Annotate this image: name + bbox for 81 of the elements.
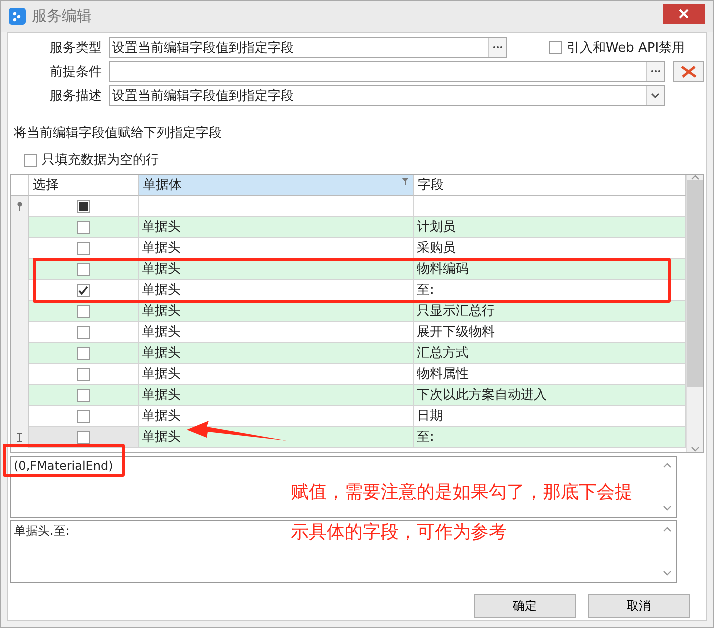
scroll-down-icon[interactable]	[690, 447, 700, 452]
table-cell: 至:	[414, 280, 686, 301]
checkbox-label: 引入和Web API禁用	[567, 40, 686, 56]
table-cell: 单据头	[139, 217, 414, 238]
checkbox-label: 只填充数据为空的行	[42, 152, 159, 169]
checkbox[interactable]	[77, 262, 90, 276]
text-cursor-icon	[16, 433, 23, 442]
expression-text: (0,FMaterialEnd)	[13, 458, 114, 475]
filter-cell[interactable]	[29, 196, 139, 217]
ellipsis-button[interactable]	[646, 62, 664, 81]
table-cell: 只显示汇总行	[414, 301, 686, 322]
checkbox[interactable]	[77, 326, 90, 338]
column-header[interactable]: 单据体	[139, 175, 414, 196]
filter-icon	[402, 178, 409, 185]
ellipsis-icon	[650, 70, 660, 73]
scroll-up-icon[interactable]	[690, 175, 700, 180]
ellipsis-icon	[492, 46, 502, 49]
filter-cell[interactable]	[414, 196, 686, 217]
scrollbar[interactable]	[686, 175, 703, 452]
dropdown[interactable]: 设置当前编辑字段值到指定字段	[109, 85, 665, 106]
scroll-up-icon[interactable]	[663, 463, 672, 468]
ellipsis-button[interactable]	[488, 38, 506, 57]
checkbox[interactable]	[77, 304, 90, 318]
preview-text: 单据头.至:	[13, 523, 71, 540]
table-cell: 单据头	[139, 259, 414, 280]
field-label: 服务描述	[49, 88, 103, 104]
checkbox[interactable]	[77, 346, 90, 360]
table-cell: 物料编码	[414, 259, 686, 280]
pin-icon	[16, 202, 22, 211]
table-cell: 展开下级物料	[414, 322, 686, 343]
column-header[interactable]: 选择	[29, 175, 139, 196]
table-cell: 至:	[414, 427, 686, 448]
table-cell: 采购员	[414, 238, 686, 259]
annotation-text: 赋值，需要注意的是如果勾了，那底下会提	[291, 481, 633, 505]
app-icon	[9, 8, 26, 25]
checkbox[interactable]	[77, 430, 90, 444]
dialog-button[interactable]: 确定	[474, 594, 576, 618]
table-cell: 单据头	[139, 322, 414, 343]
dialog-button[interactable]: 取消	[588, 594, 690, 618]
clear-button[interactable]	[673, 61, 704, 82]
expression-area[interactable]: (0,FMaterialEnd) 赋值，需要注意的是如果勾了，那底下会提	[10, 456, 677, 518]
close-icon	[679, 8, 689, 18]
checkbox[interactable]	[77, 284, 90, 296]
instruction-text: 将当前编辑字段值赋给下列指定字段	[14, 125, 223, 142]
annotation-text: 示具体的字段，可作为参考	[291, 521, 507, 545]
table-cell: 物料属性	[414, 364, 686, 385]
table-cell: 单据头	[139, 238, 414, 259]
cross-icon	[680, 64, 698, 78]
table-cell: 汇总方式	[414, 343, 686, 364]
dropdown-button[interactable]	[646, 86, 664, 105]
table-cell: 单据头	[139, 427, 414, 448]
table-cell: 单据头	[139, 406, 414, 427]
checkbox[interactable]	[549, 41, 562, 54]
text-field[interactable]	[109, 61, 665, 82]
scroll-down-icon[interactable]	[663, 571, 672, 576]
table-cell: 下次以此方案自动进入	[414, 385, 686, 406]
text-field[interactable]: 设置当前编辑字段值到指定字段	[109, 37, 507, 58]
field-label: 前提条件	[49, 64, 103, 80]
field-label: 服务类型	[49, 40, 103, 56]
checkbox[interactable]	[77, 220, 90, 234]
table-cell: 单据头	[139, 385, 414, 406]
table-cell: 日期	[414, 406, 686, 427]
scroll-down-icon[interactable]	[663, 506, 672, 511]
checkbox[interactable]	[24, 154, 37, 166]
preview-area[interactable]: 单据头.至: 示具体的字段，可作为参考	[10, 520, 677, 583]
table-cell: 单据头	[139, 343, 414, 364]
checkbox[interactable]	[77, 410, 90, 422]
checkbox[interactable]	[77, 242, 90, 254]
chevron-icon	[651, 92, 660, 98]
table-cell: 单据头	[139, 301, 414, 322]
close-button[interactable]	[663, 4, 705, 24]
filter-cell[interactable]	[139, 196, 414, 217]
scroll-up-icon[interactable]	[663, 527, 672, 532]
checkbox[interactable]	[77, 200, 90, 212]
table-cell: 单据头	[139, 364, 414, 385]
column-header[interactable]: 字段	[414, 175, 686, 196]
checkbox[interactable]	[77, 388, 90, 402]
window-title: 服务编辑	[32, 7, 93, 26]
checkbox[interactable]	[77, 368, 90, 380]
table-cell: 计划员	[414, 217, 686, 238]
table-cell: 单据头	[139, 280, 414, 301]
